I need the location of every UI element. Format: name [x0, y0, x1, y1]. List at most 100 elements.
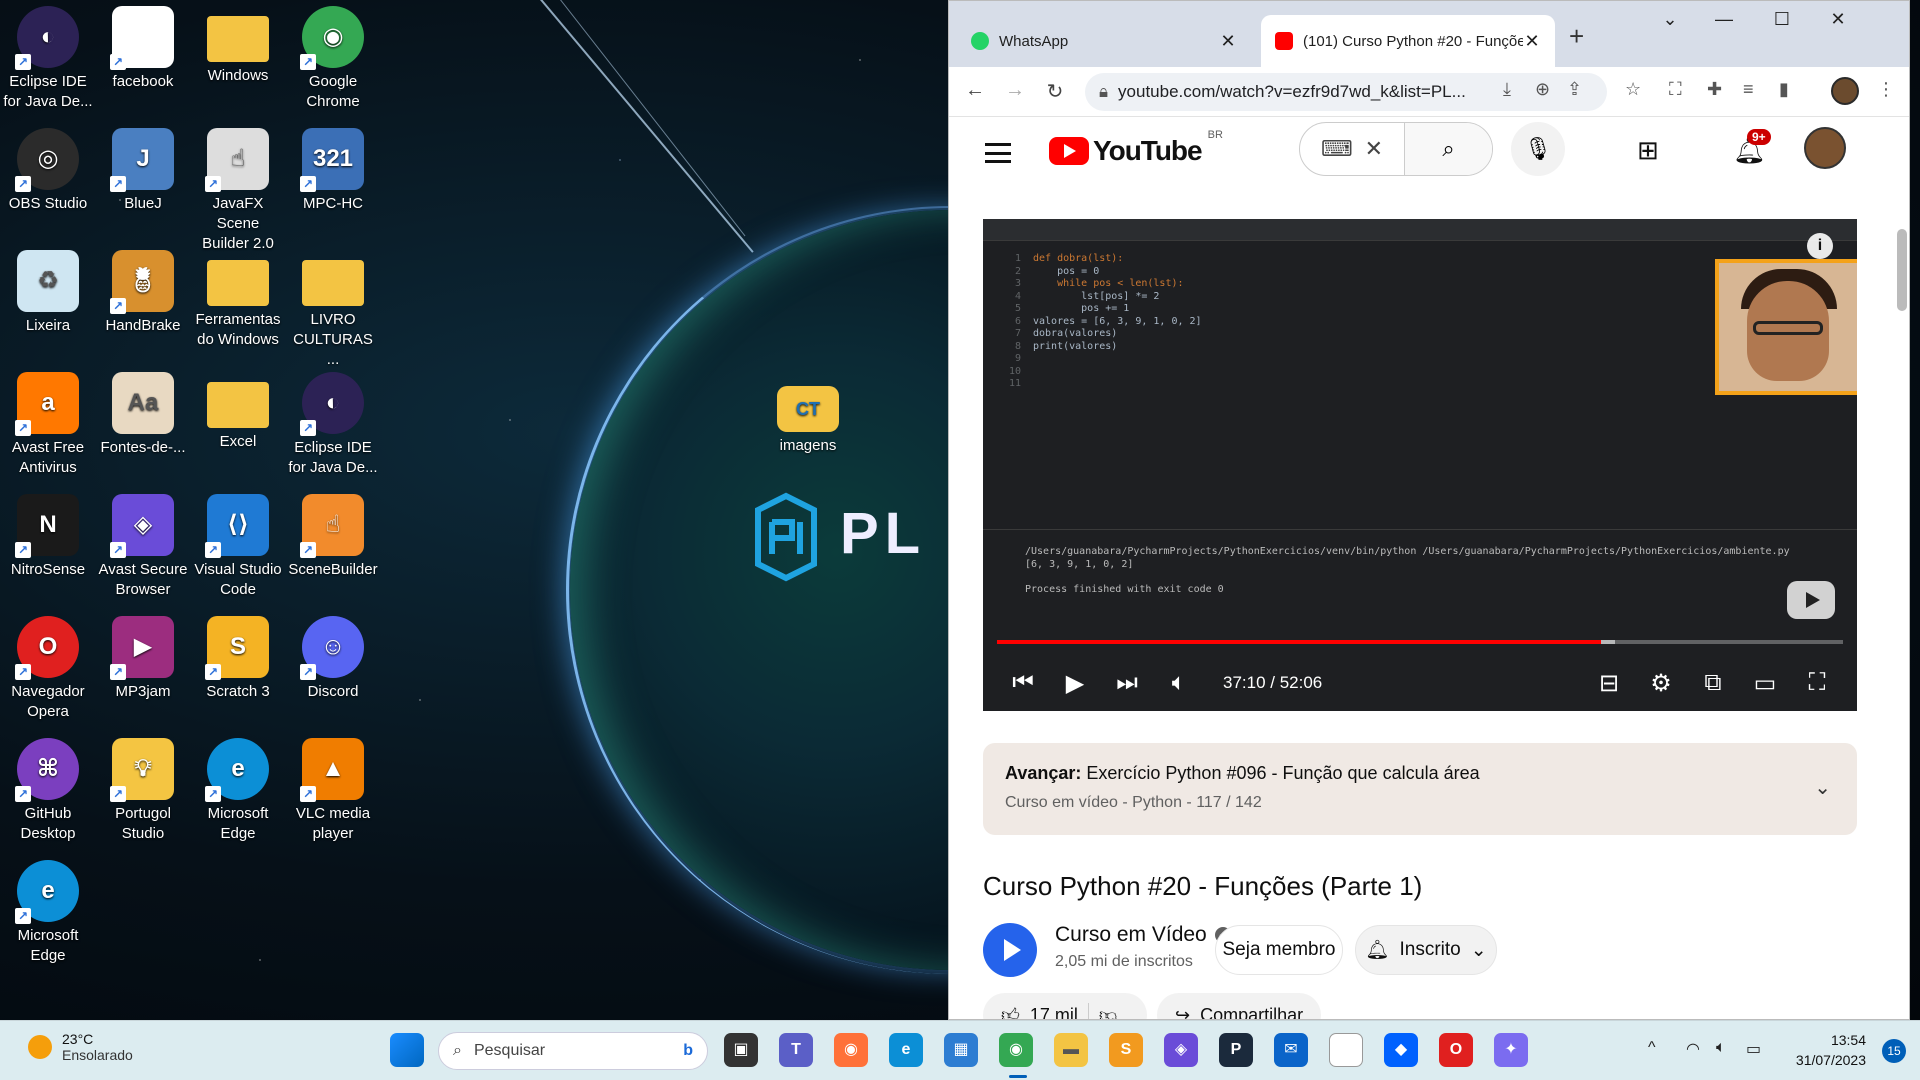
desktop-icon-scratch-3[interactable]: S ↗ Scratch 3 — [192, 616, 284, 702]
edge-icon[interactable]: e — [889, 1033, 923, 1067]
keyboard-icon[interactable]: ⌨ — [1321, 136, 1353, 162]
desktop-icon-microsoft-edge[interactable]: e ↗ Microsoft Edge — [192, 738, 284, 844]
sublime-icon[interactable]: S — [1109, 1033, 1143, 1067]
search-button[interactable]: ⌕ — [1404, 123, 1492, 175]
pycharm-icon[interactable]: P — [1219, 1033, 1253, 1067]
desktop-icon-imagens[interactable]: CT imagens — [762, 378, 854, 456]
thumbs-down-icon[interactable]: 👎︎ — [1099, 1004, 1117, 1019]
chevron-down-icon[interactable]: ⌄ — [1814, 775, 1831, 800]
firefox-icon[interactable]: ◉ — [834, 1033, 868, 1067]
video-progress-bar[interactable] — [997, 640, 1843, 644]
chevron-up-icon[interactable]: ^ — [1648, 1039, 1656, 1057]
desktop-icon-excel[interactable]: Excel — [192, 372, 284, 452]
back-arrow-icon[interactable]: ← — [963, 79, 987, 102]
tab-youtube[interactable]: (101) Curso Python #20 - Funções ✕ — [1261, 15, 1555, 67]
address-bar[interactable]: 🔒︎ youtube.com/watch?v=ezfr9d7wd_k&list=… — [1085, 73, 1607, 111]
windows-start-icon[interactable] — [390, 1033, 424, 1067]
bookmark-star-icon[interactable]: ☆ — [1625, 79, 1641, 100]
install-app-icon[interactable]: ⤓ — [1503, 79, 1511, 100]
tab-search-button[interactable]: ⌄ — [1647, 9, 1693, 30]
desktop-icon-avast-secure-browser[interactable]: ◈ ↗ Avast Secure Browser — [97, 494, 189, 600]
desktop-icon-eclipse-ide-for-java-de[interactable]: ◐ ↗ Eclipse IDE for Java De... — [287, 372, 379, 478]
theater-mode-icon[interactable]: ▭ — [1739, 669, 1791, 698]
wifi-icon[interactable]: ◠ — [1686, 1039, 1700, 1059]
join-button[interactable]: Seja membro — [1215, 925, 1343, 975]
taskbar-clock[interactable]: 13:54 31/07/2023 — [1796, 1030, 1866, 1070]
blank-file-icon[interactable] — [1329, 1033, 1363, 1067]
youtube-account-avatar[interactable] — [1804, 127, 1846, 169]
subtitles-icon[interactable]: ⊟ — [1583, 669, 1635, 698]
desktop-icon-eclipse-ide-for-java-de[interactable]: ◐ ↗ Eclipse IDE for Java De... — [2, 6, 94, 112]
zoom-icon[interactable]: ⊕ — [1535, 79, 1550, 100]
chrome-icon[interactable]: ◉ — [999, 1033, 1033, 1067]
desktop-icon-mpc-hc[interactable]: 321 ↗ MPC-HC — [287, 128, 379, 214]
file-explorer-icon[interactable]: ▬ — [1054, 1033, 1088, 1067]
opera-icon[interactable]: O — [1439, 1033, 1473, 1067]
minimize-button[interactable]: — — [1701, 9, 1747, 30]
weather-widget[interactable]: 23°C Ensolarado — [28, 1031, 133, 1063]
desktop-icon-google-chrome[interactable]: ◉ ↗ Google Chrome — [287, 6, 379, 112]
close-window-button[interactable]: ✕ — [1815, 9, 1861, 30]
volume-icon[interactable]: 🔈︎ — [1153, 669, 1205, 697]
desktop-icon-avast-free-antivirus[interactable]: a ↗ Avast Free Antivirus — [2, 372, 94, 478]
task-view-icon[interactable]: ▣ — [724, 1033, 758, 1067]
tab-whatsapp[interactable]: WhatsApp ✕ — [957, 15, 1251, 67]
desktop-icon-github-desktop[interactable]: ⌘ ↗ GitHub Desktop — [2, 738, 94, 844]
dropbox-icon[interactable]: ◆ — [1384, 1033, 1418, 1067]
miniplayer-icon[interactable]: ⧉ — [1687, 669, 1739, 697]
microsoft-store-icon[interactable]: ▦ — [944, 1033, 978, 1067]
settings-gear-icon[interactable]: ⚙ — [1635, 669, 1687, 698]
desktop-icon-nitrosense[interactable]: N ↗ NitroSense — [2, 494, 94, 580]
desktop-icon-bluej[interactable]: J ↗ BlueJ — [97, 128, 189, 214]
desktop-icon-scenebuilder[interactable]: ☝ ↗ SceneBuilder — [287, 494, 379, 580]
desktop-icon-ferramentas-do-windows[interactable]: Ferramentas do Windows — [192, 250, 284, 350]
channel-avatar[interactable] — [983, 923, 1037, 977]
share-icon[interactable]: ⇪ — [1567, 79, 1582, 100]
youtube-search-box[interactable]: ⌨ ✕ ⌕ — [1299, 122, 1493, 176]
mail-icon[interactable]: ✉ — [1274, 1033, 1308, 1067]
youtube-logo[interactable]: YouTube BR — [1049, 129, 1223, 167]
desktop-icon-microsoft-edge[interactable]: e ↗ Microsoft Edge — [2, 860, 94, 966]
video-info-icon[interactable]: i — [1807, 233, 1833, 259]
next-video-icon[interactable]: ⏭ — [1101, 669, 1153, 697]
youtube-watermark-icon[interactable] — [1787, 581, 1835, 619]
desktop-icon-livro-culturas[interactable]: LIVRO CULTURAS ... — [287, 250, 379, 370]
bing-icon[interactable]: b — [683, 1042, 693, 1060]
profile-avatar[interactable] — [1831, 77, 1859, 105]
desktop-icon-handbrake[interactable]: 🍍︎ ↗ HandBrake — [97, 250, 189, 336]
battery-icon[interactable]: ▭ — [1746, 1039, 1761, 1059]
media-control-icon[interactable]: ≡ — [1743, 79, 1754, 100]
subscribed-button[interactable]: 🔔︎ Inscrito ⌄ — [1355, 925, 1497, 975]
clear-search-icon[interactable]: ✕ — [1365, 136, 1383, 162]
desktop-icon-portugol-studio[interactable]: 💡︎ ↗ Portugol Studio — [97, 738, 189, 844]
close-tab-icon[interactable]: ✕ — [1523, 31, 1541, 52]
menu-kebab-icon[interactable]: ⋮ — [1877, 79, 1895, 100]
maximize-button[interactable]: ☐ — [1759, 9, 1805, 30]
desktop-icon-javafx-scene-builder-2-0[interactable]: ☝ ↗ JavaFX Scene Builder 2.0 — [192, 128, 284, 254]
desktop-icon-visual-studio-code[interactable]: ⟨⟩ ↗ Visual Studio Code — [192, 494, 284, 600]
copilot-icon[interactable]: ✦ — [1494, 1033, 1528, 1067]
playlist-up-next[interactable]: Avançar: Exercício Python #096 - Função … — [983, 743, 1857, 835]
desktop-icon-obs-studio[interactable]: ◎ ↗ OBS Studio — [2, 128, 94, 214]
channel-name-wrap[interactable]: Curso em Vídeo✓ — [1055, 923, 1231, 947]
page-scrollbar[interactable] — [1897, 229, 1907, 311]
desktop-icon-fontes-de[interactable]: Aa Fontes-de-... — [97, 372, 189, 458]
fullscreen-icon[interactable]: ⛶ — [1791, 669, 1843, 697]
notification-center-badge[interactable]: 15 — [1882, 1039, 1906, 1063]
voice-search-button[interactable]: 🎙︎ — [1511, 122, 1565, 176]
desktop-icon-vlc-media-player[interactable]: ▲ ↗ VLC media player — [287, 738, 379, 844]
desktop-icon-mp3jam[interactable]: ▶ ↗ MP3jam — [97, 616, 189, 702]
taskbar-search[interactable]: ⌕ Pesquisar b — [438, 1032, 708, 1070]
desktop-icon-lixeira[interactable]: ♻ Lixeira — [2, 250, 94, 336]
avast-browser-icon[interactable]: ◈ — [1164, 1033, 1198, 1067]
desktop-icon-facebook[interactable]: ↗ facebook — [97, 6, 189, 92]
forward-arrow-icon[interactable]: → — [1003, 79, 1027, 102]
screen-capture-icon[interactable]: ⛶ — [1669, 79, 1682, 100]
desktop-icon-navegador-opera[interactable]: O ↗ Navegador Opera — [2, 616, 94, 722]
extensions-puzzle-icon[interactable]: ✚ — [1707, 79, 1722, 100]
reload-icon[interactable]: ↻ — [1043, 79, 1067, 104]
create-video-icon[interactable]: ⊞ — [1637, 135, 1659, 166]
hamburger-menu-icon[interactable] — [985, 143, 1011, 163]
new-tab-button[interactable]: + — [1569, 21, 1584, 52]
teams-icon[interactable]: T — [779, 1033, 813, 1067]
